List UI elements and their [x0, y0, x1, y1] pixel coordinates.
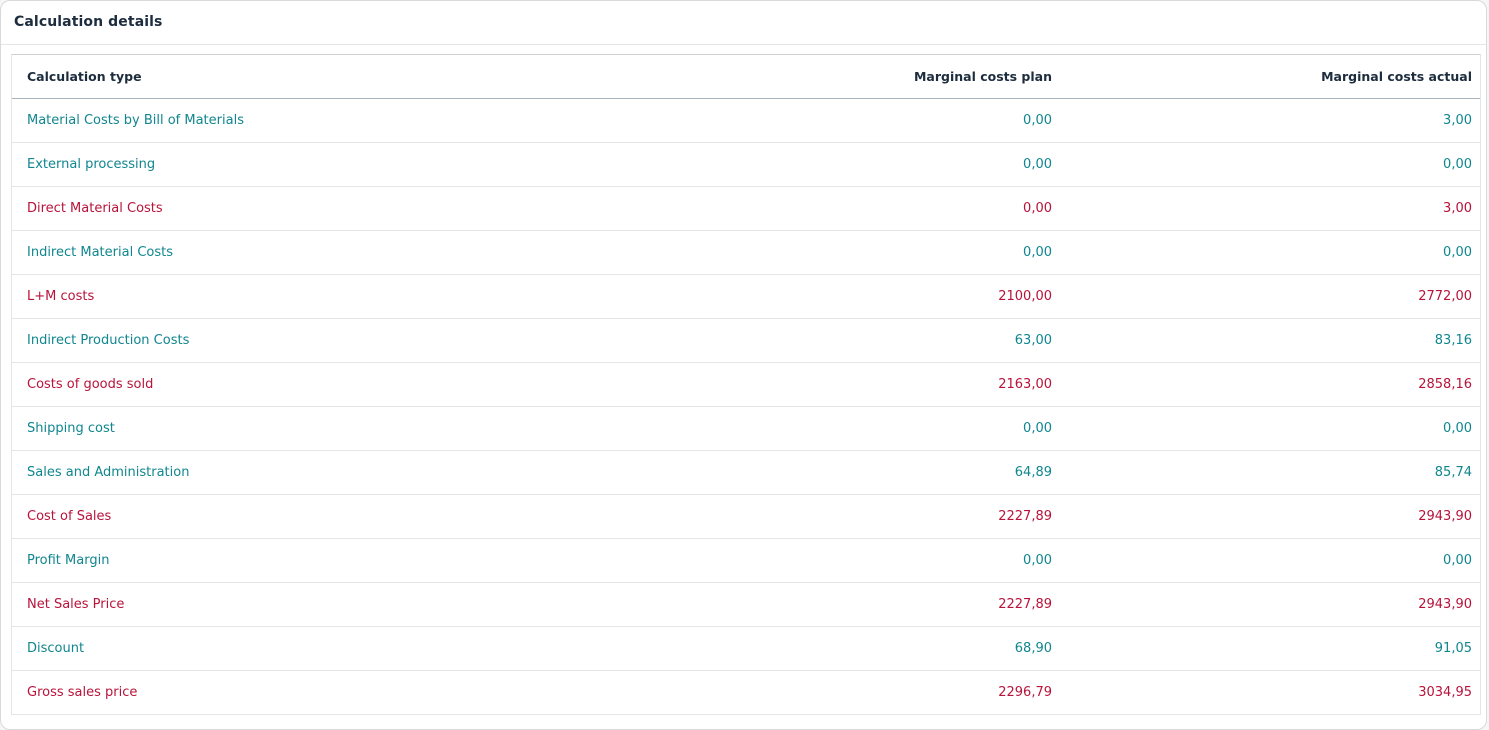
cell-marginal-costs-plan: 0,00	[1023, 157, 1052, 172]
cell-marginal-costs-plan: 64,89	[1014, 465, 1052, 480]
cell-marginal-costs-plan: 0,00	[1023, 245, 1052, 260]
cell-marginal-costs-actual: 3,00	[1443, 201, 1472, 216]
cell-marginal-costs-plan: 2227,89	[998, 597, 1052, 612]
cell-marginal-costs-actual: 3034,95	[1418, 685, 1472, 700]
cell-calculation-type: Discount	[27, 641, 85, 656]
cell-calculation-type: Gross sales price	[27, 685, 138, 700]
cell-marginal-costs-actual: 85,74	[1434, 465, 1472, 480]
cell-marginal-costs-actual: 2943,90	[1418, 597, 1472, 612]
card-title: Calculation details	[14, 14, 163, 30]
cell-calculation-type: Shipping cost	[27, 421, 115, 436]
cell-calculation-type: Costs of goods sold	[27, 377, 154, 392]
cell-marginal-costs-plan: 0,00	[1023, 421, 1052, 436]
table-row[interactable]: Sales and Administration 64,89 85,74	[12, 451, 1480, 495]
cell-calculation-type: L+M costs	[27, 289, 95, 304]
cell-marginal-costs-actual: 0,00	[1443, 157, 1472, 172]
table-row[interactable]: Material Costs by Bill of Materials 0,00 3…	[12, 99, 1480, 143]
column-header-marginal-costs-actual: Marginal costs actual	[1321, 69, 1472, 84]
cell-marginal-costs-actual: 3,00	[1443, 113, 1472, 128]
cell-calculation-type: Indirect Production Costs	[27, 333, 190, 348]
table-row[interactable]: L+M costs 2100,00 2772,00	[12, 275, 1480, 319]
cell-calculation-type: Indirect Material Costs	[27, 245, 173, 260]
cell-marginal-costs-plan: 0,00	[1023, 201, 1052, 216]
table-row[interactable]: Shipping cost 0,00 0,00	[12, 407, 1480, 451]
cell-calculation-type: Profit Margin	[27, 553, 110, 568]
cell-calculation-type: External processing	[27, 157, 156, 172]
cell-marginal-costs-actual: 0,00	[1443, 421, 1472, 436]
cell-calculation-type: Cost of Sales	[27, 509, 112, 524]
cell-marginal-costs-actual: 2772,00	[1418, 289, 1472, 304]
column-header-marginal-costs-plan: Marginal costs plan	[913, 69, 1052, 84]
cell-marginal-costs-plan: 0,00	[1023, 553, 1052, 568]
cell-calculation-type: Direct Material Costs	[27, 201, 163, 216]
table-header-row: Calculation type Marginal costs plan Mar…	[12, 55, 1480, 99]
cell-marginal-costs-actual: 91,05	[1434, 641, 1472, 656]
cell-marginal-costs-plan: 2100,00	[998, 289, 1052, 304]
cell-marginal-costs-actual: 0,00	[1443, 553, 1472, 568]
table-row[interactable]: Net Sales Price 2227,89 2943,90	[12, 583, 1480, 627]
cell-marginal-costs-plan: 63,00	[1014, 333, 1052, 348]
calculation-details-card: Calculation details Calculation type Mar…	[0, 0, 1487, 730]
cell-marginal-costs-plan: 2227,89	[998, 509, 1052, 524]
column-header-calculation-type: Calculation type	[27, 69, 142, 84]
table-row[interactable]: External processing 0,00 0,00	[12, 143, 1480, 187]
table-row[interactable]: Costs of goods sold 2163,00 2858,16	[12, 363, 1480, 407]
table-row[interactable]: Direct Material Costs 0,00 3,00	[12, 187, 1480, 231]
cell-calculation-type: Material Costs by Bill of Materials	[27, 113, 244, 128]
card-header: Calculation details	[1, 1, 1486, 45]
cell-marginal-costs-plan: 2296,79	[998, 685, 1052, 700]
table-row[interactable]: Indirect Material Costs 0,00 0,00	[12, 231, 1480, 275]
table-row[interactable]: Profit Margin 0,00 0,00	[12, 539, 1480, 583]
cell-marginal-costs-actual: 2943,90	[1418, 509, 1472, 524]
cell-marginal-costs-actual: 2858,16	[1418, 377, 1472, 392]
table-row[interactable]: Discount 68,90 91,05	[12, 627, 1480, 671]
cell-marginal-costs-actual: 83,16	[1434, 333, 1472, 348]
calculation-table: Calculation type Marginal costs plan Mar…	[11, 54, 1481, 715]
cell-marginal-costs-plan: 2163,00	[998, 377, 1052, 392]
table-row[interactable]: Gross sales price 2296,79 3034,95	[12, 671, 1480, 715]
table-row[interactable]: Indirect Production Costs 63,00 83,16	[12, 319, 1480, 363]
cell-calculation-type: Net Sales Price	[27, 597, 125, 612]
cell-marginal-costs-actual: 0,00	[1443, 245, 1472, 260]
table-row[interactable]: Cost of Sales 2227,89 2943,90	[12, 495, 1480, 539]
cell-marginal-costs-plan: 0,00	[1023, 113, 1052, 128]
cell-marginal-costs-plan: 68,90	[1014, 641, 1052, 656]
table-body: Material Costs by Bill of Materials 0,00 3…	[12, 99, 1480, 715]
cell-calculation-type: Sales and Administration	[27, 465, 190, 480]
